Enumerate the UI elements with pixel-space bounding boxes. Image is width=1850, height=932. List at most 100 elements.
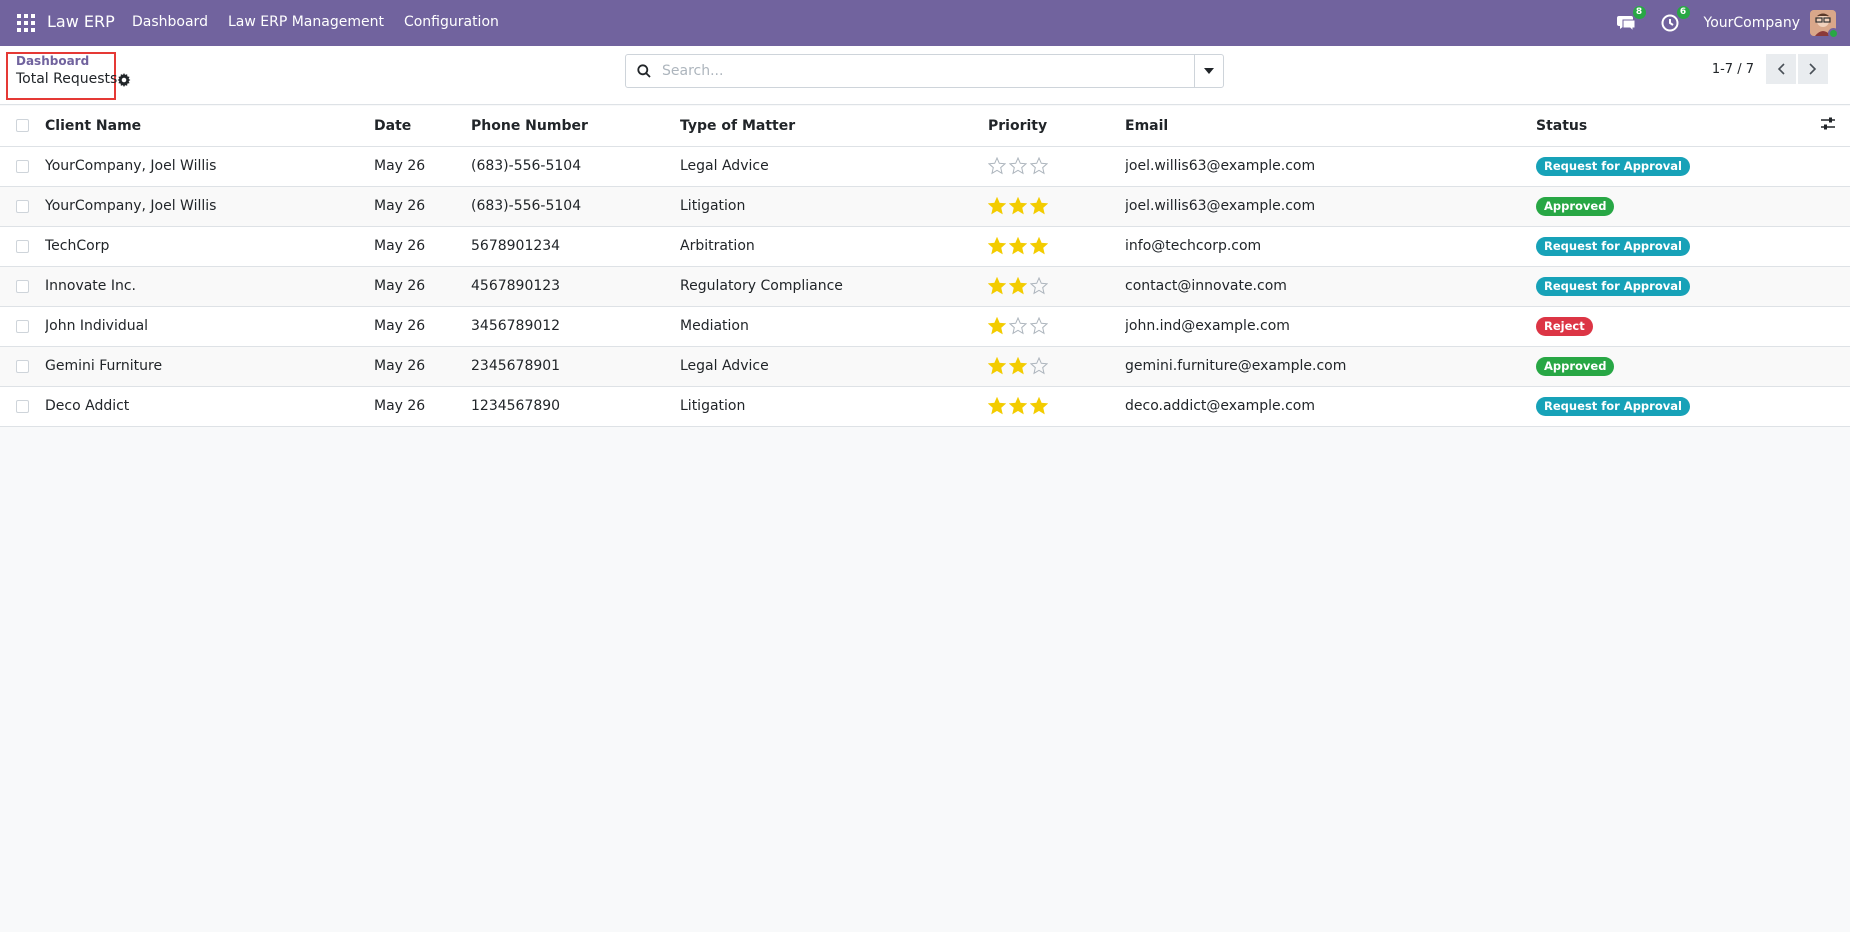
messages-icon[interactable]: 8 — [1616, 6, 1646, 33]
star-filled-icon[interactable] — [1009, 357, 1027, 375]
cell-status: Request for Approval — [1536, 146, 1820, 186]
star-filled-icon[interactable] — [1030, 397, 1048, 415]
row-checkbox[interactable] — [16, 399, 29, 413]
star-filled-icon[interactable] — [1009, 237, 1027, 255]
requests-table: Client Name Date Phone Number Type of Ma… — [0, 106, 1850, 427]
breadcrumb-dashboard-link[interactable]: Dashboard — [16, 54, 89, 68]
cell-type-of-matter: Litigation — [680, 398, 746, 414]
column-header-email[interactable]: Email — [1125, 106, 1536, 146]
cell-status: Request for Approval — [1536, 226, 1820, 266]
table-row[interactable]: John Individual May 26 3456789012 Mediation… — [0, 306, 1850, 346]
gear-icon[interactable] — [117, 73, 131, 87]
table-row[interactable]: Gemini Furniture May 26 2345678901 Legal Ad… — [0, 346, 1850, 386]
table-header-row: Client Name Date Phone Number Type of Ma… — [0, 106, 1850, 146]
status-badge: Request for Approval — [1536, 236, 1690, 256]
column-header-status[interactable]: Status — [1536, 106, 1820, 146]
cell-status: Approved — [1536, 186, 1820, 226]
list-view: Client Name Date Phone Number Type of Ma… — [0, 106, 1850, 427]
row-checkbox[interactable] — [16, 239, 29, 253]
star-filled-icon[interactable] — [1030, 237, 1048, 255]
table-row[interactable]: Deco Addict May 26 1234567890 Litigation dec… — [0, 386, 1850, 426]
table-row[interactable]: Innovate Inc. May 26 4567890123 Regulatory … — [0, 266, 1850, 306]
cell-email: info@techcorp.com — [1125, 238, 1262, 254]
select-all-checkbox[interactable] — [16, 119, 29, 133]
cell-date: May 26 — [374, 278, 426, 294]
table-row[interactable]: YourCompany, Joel Willis May 26 (683)-556-… — [0, 146, 1850, 186]
star-filled-icon[interactable] — [988, 397, 1006, 415]
cell-spacer — [1820, 306, 1850, 346]
star-filled-icon[interactable] — [988, 317, 1006, 335]
cell-email: joel.willis63@example.com — [1125, 158, 1316, 174]
table-body: YourCompany, Joel Willis May 26 (683)-556-… — [0, 146, 1850, 426]
row-checkbox[interactable] — [16, 319, 29, 333]
star-filled-icon[interactable] — [1030, 197, 1048, 215]
star-filled-icon[interactable] — [988, 197, 1006, 215]
row-checkbox[interactable] — [16, 279, 29, 293]
star-empty-icon[interactable] — [988, 157, 1006, 175]
star-empty-icon[interactable] — [1009, 157, 1027, 175]
priority-stars[interactable] — [988, 277, 1125, 295]
row-select-cell — [0, 226, 45, 266]
optional-columns-sliders-icon[interactable] — [1820, 116, 1836, 132]
cell-date: May 26 — [374, 158, 426, 174]
star-empty-icon[interactable] — [1030, 357, 1048, 375]
cell-status: Approved — [1536, 346, 1820, 386]
cell-type-of-matter: Legal Advice — [680, 358, 769, 374]
user-avatar[interactable] — [1810, 10, 1839, 39]
caret-down-icon — [1204, 68, 1214, 74]
priority-stars[interactable] — [988, 237, 1125, 255]
priority-stars[interactable] — [988, 197, 1125, 215]
cell-email: john.ind@example.com — [1125, 318, 1290, 334]
search-options-toggle[interactable] — [1194, 55, 1223, 87]
chevron-left-icon — [1777, 63, 1785, 75]
pager-previous-button[interactable] — [1766, 54, 1796, 84]
status-badge: Request for Approval — [1536, 156, 1690, 176]
cell-type-of-matter: Regulatory Compliance — [680, 278, 843, 294]
column-header-phone-number[interactable]: Phone Number — [471, 106, 680, 146]
star-filled-icon[interactable] — [1009, 197, 1027, 215]
menu-item-configuration[interactable]: Configuration — [404, 14, 499, 30]
table-row[interactable]: TechCorp May 26 5678901234 Arbitration info@… — [0, 226, 1850, 266]
menu-item-dashboard[interactable]: Dashboard — [132, 14, 208, 30]
cell-status: Request for Approval — [1536, 266, 1820, 306]
priority-stars[interactable] — [988, 357, 1125, 375]
row-checkbox[interactable] — [16, 359, 29, 373]
star-empty-icon[interactable] — [1030, 277, 1048, 295]
messages-count-badge: 8 — [1632, 6, 1646, 19]
star-filled-icon[interactable] — [988, 237, 1006, 255]
star-filled-icon[interactable] — [1009, 397, 1027, 415]
star-filled-icon[interactable] — [988, 277, 1006, 295]
table-row[interactable]: YourCompany, Joel Willis May 26 (683)-556-… — [0, 186, 1850, 226]
cell-email: gemini.furniture@example.com — [1125, 358, 1347, 374]
cell-spacer — [1820, 146, 1850, 186]
pager-value[interactable]: 1-7 / 7 — [1712, 62, 1754, 77]
star-empty-icon[interactable] — [1030, 317, 1048, 335]
priority-stars[interactable] — [988, 317, 1125, 335]
cell-spacer — [1820, 386, 1850, 426]
column-header-client-name[interactable]: Client Name — [45, 106, 374, 146]
row-checkbox[interactable] — [16, 159, 29, 173]
cell-date: May 26 — [374, 358, 426, 374]
pager-next-button[interactable] — [1798, 54, 1828, 84]
star-filled-icon[interactable] — [1009, 277, 1027, 295]
priority-stars[interactable] — [988, 397, 1125, 415]
column-header-type-of-matter[interactable]: Type of Matter — [680, 106, 988, 146]
priority-stars[interactable] — [988, 157, 1125, 175]
online-status-dot — [1828, 28, 1839, 39]
search-input[interactable] — [662, 55, 1194, 87]
star-filled-icon[interactable] — [988, 357, 1006, 375]
app-brand[interactable]: Law ERP — [47, 12, 115, 31]
column-header-priority[interactable]: Priority — [988, 106, 1125, 146]
cell-priority — [988, 266, 1125, 306]
company-switcher[interactable]: YourCompany — [1704, 15, 1801, 31]
activities-clock-icon[interactable]: 6 — [1660, 6, 1690, 33]
star-empty-icon[interactable] — [1009, 317, 1027, 335]
search-bar — [625, 54, 1224, 88]
row-checkbox[interactable] — [16, 199, 29, 213]
apps-grid-icon[interactable] — [17, 14, 35, 32]
cell-date: May 26 — [374, 238, 426, 254]
star-empty-icon[interactable] — [1030, 157, 1048, 175]
row-select-cell — [0, 266, 45, 306]
column-header-date[interactable]: Date — [374, 106, 471, 146]
menu-item-law-erp-management[interactable]: Law ERP Management — [228, 14, 384, 30]
